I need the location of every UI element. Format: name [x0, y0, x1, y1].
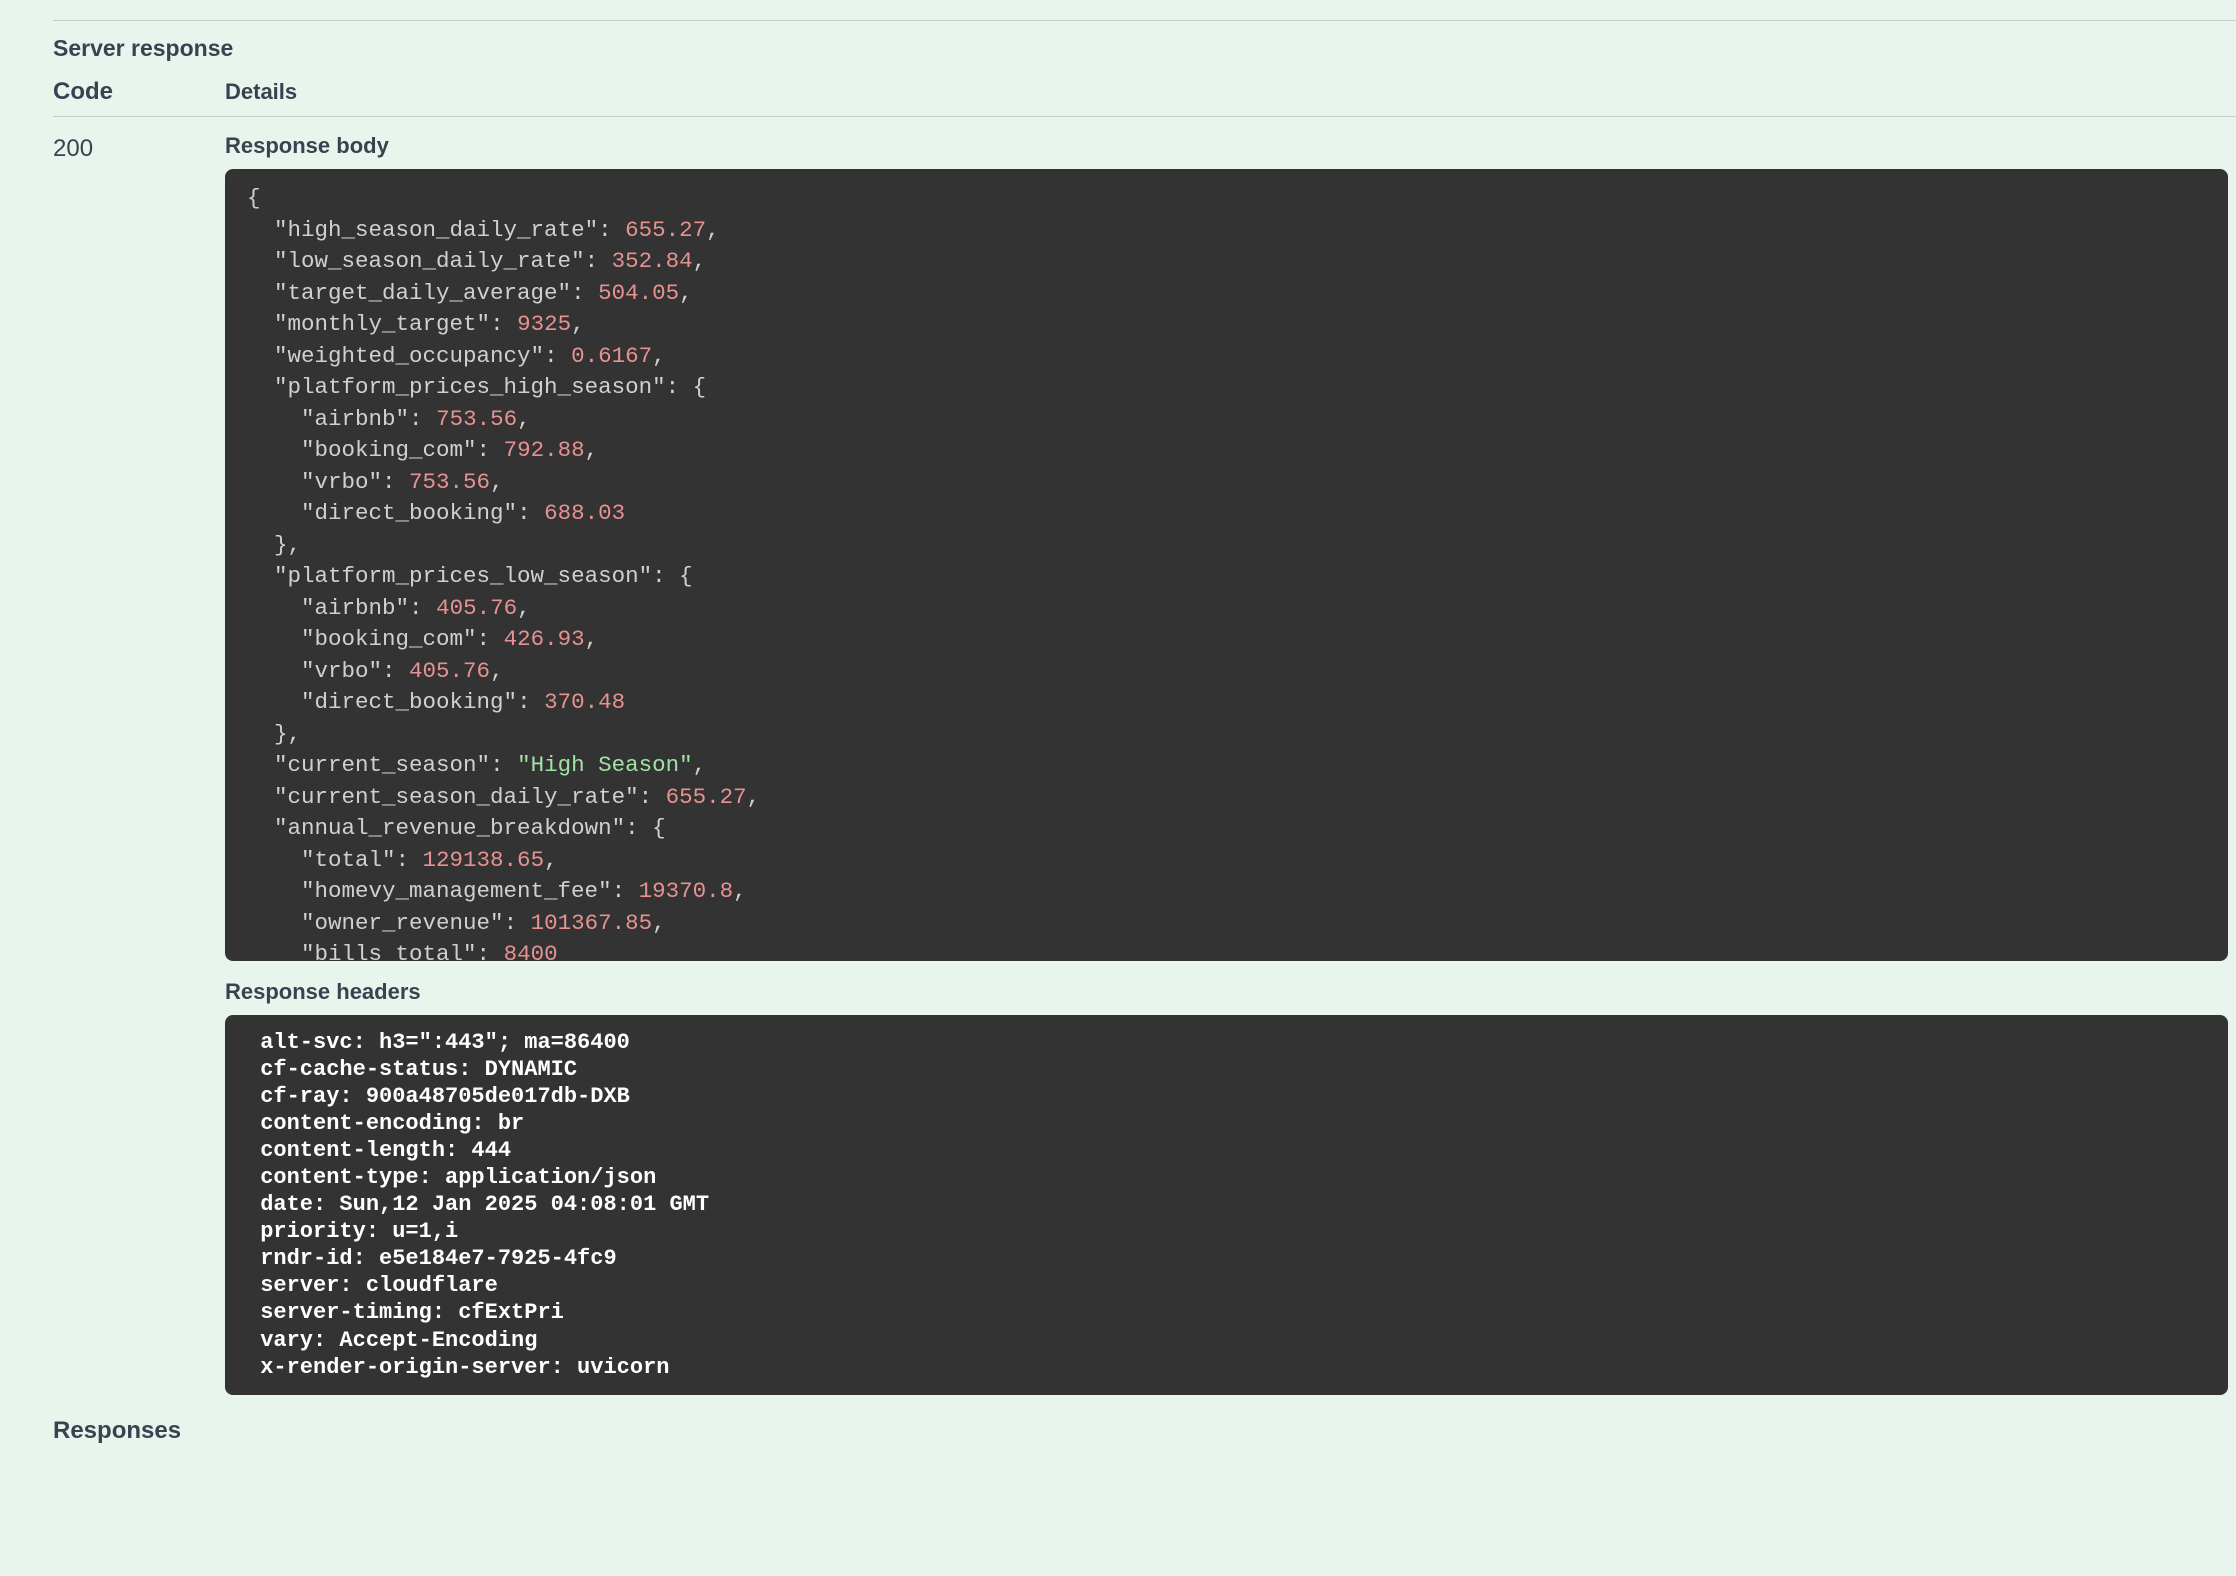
response-body-label: Response body [225, 133, 2228, 159]
response-headers-label: Response headers [225, 979, 2228, 1005]
response-body-block[interactable]: { "high_season_daily_rate": 655.27, "low… [225, 169, 2228, 961]
details-column-header: Details [225, 79, 297, 105]
divider [53, 20, 2236, 21]
status-code: 200 [53, 133, 225, 163]
details-column: Response body { "high_season_daily_rate"… [225, 133, 2236, 1445]
response-row: 200 Response body { "high_season_daily_r… [53, 133, 2236, 1445]
responses-section-title: Responses [53, 1417, 2228, 1445]
server-response-panel: Server response Code Details 200 Respons… [18, 0, 2236, 1445]
server-response-title: Server response [53, 35, 2236, 62]
response-table-header: Code Details [53, 78, 2236, 117]
code-column-header: Code [53, 78, 225, 106]
response-headers-block[interactable]: alt-svc: h3=":443"; ma=86400 cf-cache-st… [225, 1015, 2228, 1395]
